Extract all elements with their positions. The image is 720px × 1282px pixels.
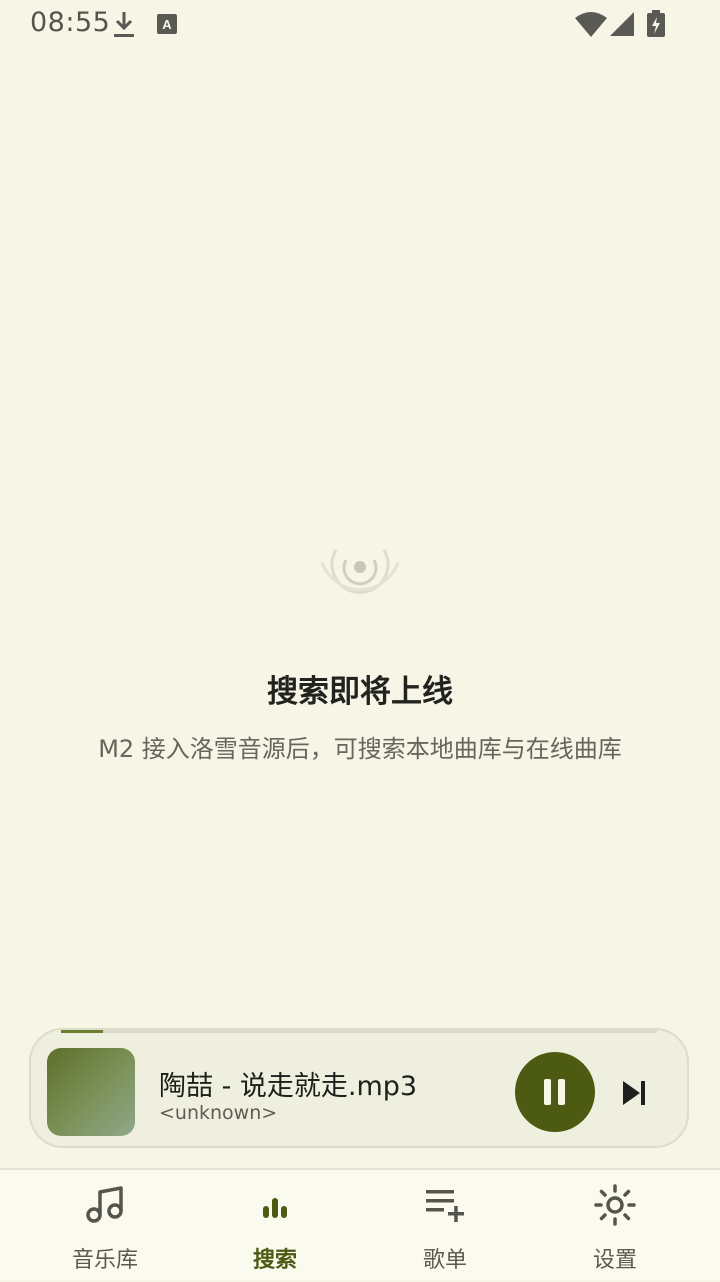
mini-player[interactable]: 陶喆 - 说走就走.mp3 <unknown>: [29, 1028, 689, 1148]
svg-text:A: A: [162, 17, 172, 32]
playback-progress-fill: [61, 1030, 103, 1033]
nav-label-playlists: 歌单: [422, 1248, 467, 1273]
nav-item-settings[interactable]: 设置: [530, 1170, 700, 1282]
nav-label-library: 音乐库: [71, 1248, 138, 1273]
track-artist: <unknown>: [159, 1102, 278, 1124]
status-time: 08:55: [30, 7, 111, 38]
bottom-nav: 音乐库 搜索 歌单 设置: [0, 1168, 720, 1280]
nav-item-search[interactable]: 搜索: [190, 1170, 360, 1282]
nav-item-library[interactable]: 音乐库: [20, 1170, 190, 1282]
skip-next-button[interactable]: [617, 1076, 651, 1110]
track-title: 陶喆 - 说走就走.mp3: [159, 1071, 418, 1102]
pause-button[interactable]: [515, 1052, 595, 1132]
nav-label-settings: 设置: [592, 1248, 637, 1273]
pause-icon: [544, 1079, 565, 1105]
keyboard-a-icon: A: [157, 14, 177, 34]
settings-sun-icon: [594, 1184, 636, 1226]
wifi-icon: [575, 12, 607, 37]
music-note-icon: [86, 1186, 123, 1223]
playlist-add-icon: [426, 1190, 464, 1222]
playback-progress[interactable]: [61, 1030, 657, 1033]
download-icon: [114, 12, 134, 37]
nav-label-search: 搜索: [252, 1248, 297, 1273]
radar-icon: [320, 549, 400, 594]
empty-state-subtitle: M2 接入洛雪音源后，可搜索本地曲库与在线曲库: [98, 735, 622, 763]
empty-state-title: 搜索即将上线: [267, 674, 453, 710]
signal-icon: [610, 12, 634, 36]
nav-item-playlists[interactable]: 歌单: [360, 1170, 530, 1282]
album-art[interactable]: [47, 1048, 135, 1136]
equalizer-icon: [263, 1198, 287, 1218]
status-bar: 08:55 A: [0, 0, 720, 48]
battery-charging-icon: [647, 10, 665, 37]
